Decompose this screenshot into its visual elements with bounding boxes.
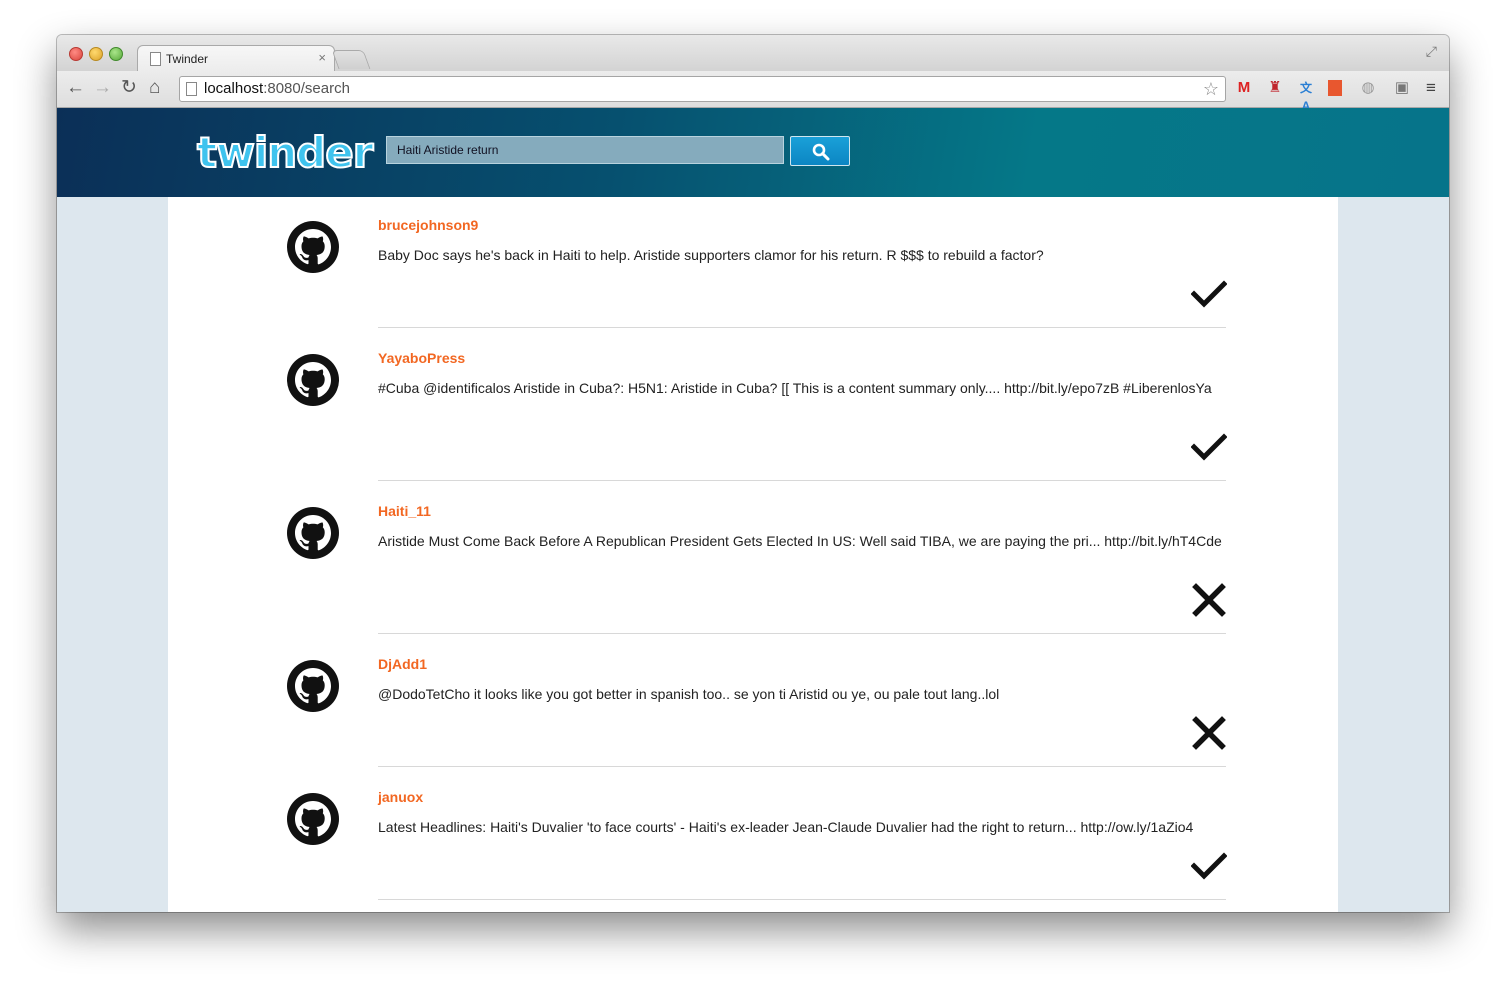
url-text: localhost:8080/search	[204, 80, 350, 97]
screen-icon[interactable]: ▣	[1393, 79, 1411, 97]
translate-icon[interactable]: 文A	[1297, 79, 1315, 113]
github-avatar-icon	[287, 793, 339, 845]
home-icon[interactable]: ⌂	[149, 76, 160, 100]
cross-icon[interactable]	[1191, 715, 1227, 751]
search-button[interactable]	[790, 136, 850, 166]
address-bar[interactable]: localhost:8080/search ☆	[179, 76, 1226, 102]
site-header: twinder	[57, 108, 1449, 197]
new-tab-button[interactable]	[331, 50, 371, 69]
github-avatar-icon	[287, 507, 339, 559]
gmail-icon[interactable]: M	[1235, 79, 1253, 97]
tweet-username[interactable]: YayaboPress	[378, 350, 465, 366]
close-window-button[interactable]	[69, 47, 83, 61]
dictionary-icon[interactable]: ◍	[1359, 79, 1377, 97]
tweet-text: Baby Doc says he's back in Haiti to help…	[378, 247, 1044, 263]
bookmark-star-icon[interactable]: ☆	[1203, 77, 1219, 101]
tweet-text: #Cuba @identificalos Aristide in Cuba?: …	[378, 380, 1212, 396]
github-avatar-icon	[287, 660, 339, 712]
browser-window: Twinder × ⤢ ← → ↻ ⌂ localhost:8080/searc…	[57, 35, 1449, 912]
tweet-username[interactable]: DjAdd1	[378, 656, 427, 672]
tab-title: Twinder	[166, 52, 209, 66]
back-icon[interactable]: ←	[66, 76, 85, 100]
tweet-divider	[378, 633, 1226, 634]
github-avatar-icon	[287, 354, 339, 406]
tweet-username[interactable]: brucejohnson9	[378, 217, 478, 233]
forward-icon[interactable]: →	[93, 76, 112, 100]
github-avatar-icon	[287, 221, 339, 273]
tweet-text: @DodoTetCho it looks like you got better…	[378, 686, 1000, 702]
menu-icon[interactable]: ≡	[1422, 79, 1440, 97]
check-icon[interactable]	[1191, 429, 1227, 465]
tab-strip: Twinder × ⤢	[57, 35, 1449, 72]
tweet-divider	[378, 766, 1226, 767]
page-icon	[186, 82, 197, 96]
tweet-text: Latest Headlines: Haiti's Duvalier 'to f…	[378, 819, 1194, 835]
tab-twinder[interactable]: Twinder ×	[137, 45, 335, 72]
close-tab-icon[interactable]: ×	[318, 50, 326, 65]
tweet-divider	[378, 480, 1226, 481]
results-panel: brucejohnson9 Baby Doc says he's back in …	[168, 197, 1338, 912]
cross-icon[interactable]	[1191, 582, 1227, 618]
zoom-window-button[interactable]	[109, 47, 123, 61]
check-icon[interactable]	[1191, 276, 1227, 312]
bookmark-icon[interactable]	[1328, 80, 1342, 96]
tweet-divider	[378, 327, 1226, 328]
fullscreen-icon[interactable]: ⤢	[1426, 43, 1437, 60]
couch-icon[interactable]: ♜	[1266, 79, 1284, 97]
tweet-username[interactable]: Haiti_11	[378, 503, 431, 519]
twinder-logo[interactable]: twinder	[196, 127, 374, 178]
minimize-window-button[interactable]	[89, 47, 103, 61]
page-icon	[150, 52, 161, 66]
tweet-username[interactable]: januox	[378, 789, 423, 805]
reload-icon[interactable]: ↻	[121, 76, 137, 100]
browser-toolbar: ← → ↻ ⌂ localhost:8080/search ☆ M ♜ 文A ◍…	[57, 71, 1449, 113]
tweet-divider	[378, 899, 1226, 900]
search-input[interactable]	[386, 136, 784, 164]
tweet-text: Aristide Must Come Back Before A Republi…	[378, 533, 1222, 549]
check-icon[interactable]	[1191, 848, 1227, 884]
search-icon	[812, 143, 830, 161]
